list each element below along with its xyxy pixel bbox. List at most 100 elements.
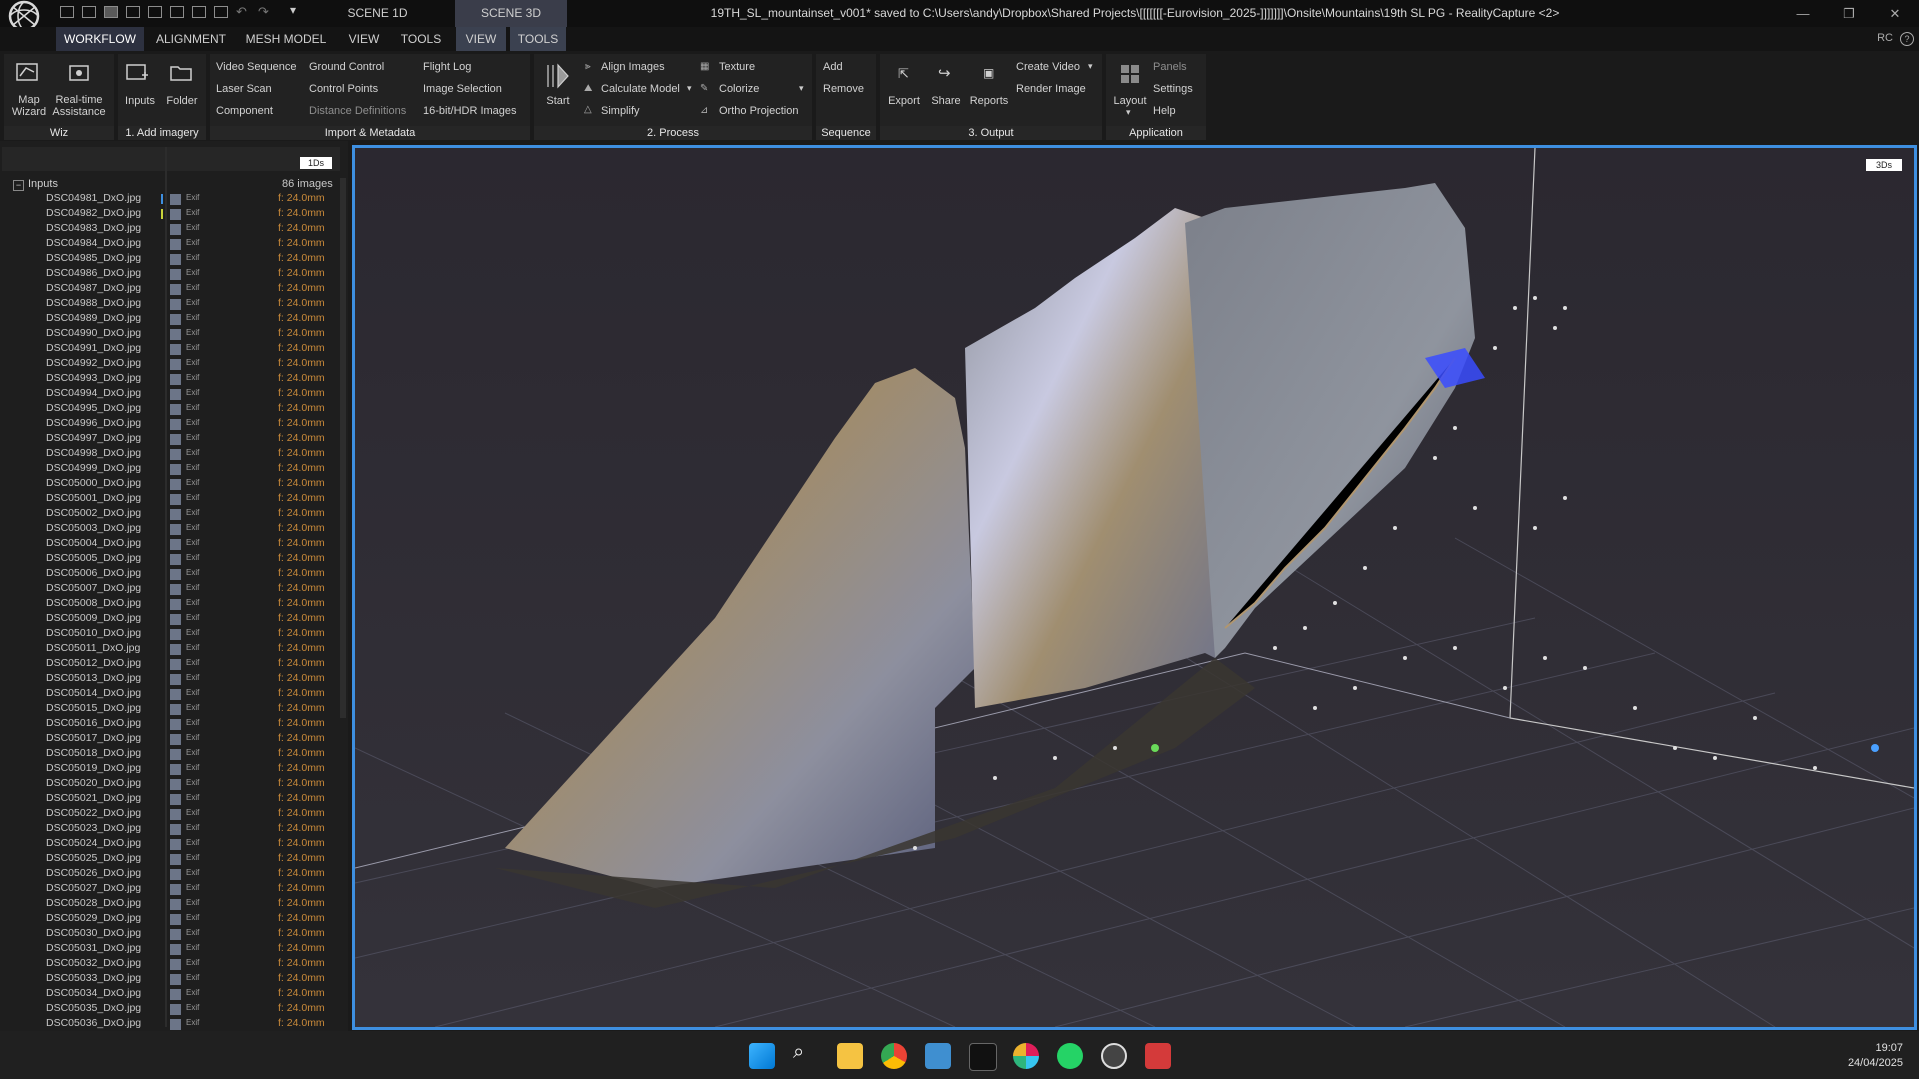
premiere-icon[interactable] [969,1043,997,1071]
texture-button[interactable]: Texture [719,61,755,73]
chrome-icon[interactable] [881,1043,907,1069]
colorize-button[interactable]: Colorize [719,83,759,95]
list-item[interactable]: DSC05026_DxO.jpg Exif f: 24.0mm [0,867,340,882]
list-item[interactable]: DSC05009_DxO.jpg Exif f: 24.0mm [0,612,340,627]
list-item[interactable]: DSC05006_DxO.jpg Exif f: 24.0mm [0,567,340,582]
help-icon[interactable]: ? [1900,32,1914,46]
list-item[interactable]: DSC04994_DxO.jpg Exif f: 24.0mm [0,387,340,402]
list-item[interactable]: DSC04984_DxO.jpg Exif f: 24.0mm [0,237,340,252]
minimize-button[interactable]: — [1780,0,1826,27]
map-wizard-button[interactable]: Map Wizard [8,94,50,118]
settings-button[interactable]: Settings [1153,83,1193,95]
list-item[interactable]: DSC05012_DxO.jpg Exif f: 24.0mm [0,657,340,672]
image-selection-button[interactable]: Image Selection [423,83,502,95]
windows-start-icon[interactable] [749,1043,775,1069]
close-button[interactable]: ✕ [1872,0,1918,27]
panels-button[interactable]: Panels [1153,61,1187,73]
list-item[interactable]: DSC05019_DxO.jpg Exif f: 24.0mm [0,762,340,777]
list-item[interactable]: DSC04997_DxO.jpg Exif f: 24.0mm [0,432,340,447]
layout-7-icon[interactable] [192,6,206,18]
sequence-remove-button[interactable]: Remove [823,83,864,95]
list-item[interactable]: DSC04999_DxO.jpg Exif f: 24.0mm [0,462,340,477]
list-item[interactable]: DSC04995_DxO.jpg Exif f: 24.0mm [0,402,340,417]
list-item[interactable]: DSC05024_DxO.jpg Exif f: 24.0mm [0,837,340,852]
view-badge-3ds[interactable]: 3Ds [1866,159,1902,171]
flight-log-button[interactable]: Flight Log [423,61,471,73]
slack-icon[interactable] [1013,1043,1039,1069]
list-item[interactable]: DSC04982_DxO.jpg Exif f: 24.0mm [0,207,340,222]
list-item[interactable]: DSC05023_DxO.jpg Exif f: 24.0mm [0,822,340,837]
layout-6-icon[interactable] [170,6,184,18]
layout-2-icon[interactable] [82,6,96,18]
list-item[interactable]: DSC05021_DxO.jpg Exif f: 24.0mm [0,792,340,807]
search-icon[interactable]: ⌕ [793,1041,804,1064]
control-points-button[interactable]: Control Points [309,83,378,95]
list-item[interactable]: DSC04981_DxO.jpg Exif f: 24.0mm [0,192,340,207]
folder-button[interactable]: Folder [162,95,202,107]
list-item[interactable]: DSC04996_DxO.jpg Exif f: 24.0mm [0,417,340,432]
list-item[interactable]: DSC04985_DxO.jpg Exif f: 24.0mm [0,252,340,267]
list-item[interactable]: DSC04998_DxO.jpg Exif f: 24.0mm [0,447,340,462]
export-button[interactable]: Export [882,95,926,107]
list-item[interactable]: DSC05029_DxO.jpg Exif f: 24.0mm [0,912,340,927]
list-item[interactable]: DSC05005_DxO.jpg Exif f: 24.0mm [0,552,340,567]
list-scrollbar[interactable] [340,178,346,718]
tab-scene-3d[interactable]: SCENE 3D [455,0,567,27]
list-item[interactable]: DSC05027_DxO.jpg Exif f: 24.0mm [0,882,340,897]
list-item[interactable]: DSC05007_DxO.jpg Exif f: 24.0mm [0,582,340,597]
list-item[interactable]: DSC04992_DxO.jpg Exif f: 24.0mm [0,357,340,372]
list-item[interactable]: DSC04987_DxO.jpg Exif f: 24.0mm [0,282,340,297]
layout-4-icon[interactable] [126,6,140,18]
remote-desktop-icon[interactable] [925,1043,951,1069]
list-item[interactable]: DSC05034_DxO.jpg Exif f: 24.0mm [0,987,340,1002]
list-item[interactable]: DSC04993_DxO.jpg Exif f: 24.0mm [0,372,340,387]
redo-icon[interactable]: ↷ [258,4,269,20]
list-item[interactable]: DSC05004_DxO.jpg Exif f: 24.0mm [0,537,340,552]
view-badge-1ds[interactable]: 1Ds [300,157,332,169]
tab-scene-1d[interactable]: SCENE 1D [300,0,455,27]
tab-tools[interactable]: TOOLS [396,27,446,51]
component-button[interactable]: Component [216,105,273,117]
list-item[interactable]: DSC05014_DxO.jpg Exif f: 24.0mm [0,687,340,702]
create-video-button[interactable]: Create Video [1016,61,1080,73]
list-item[interactable]: DSC05032_DxO.jpg Exif f: 24.0mm [0,957,340,972]
list-item[interactable]: DSC05018_DxO.jpg Exif f: 24.0mm [0,747,340,762]
tab-workflow[interactable]: WORKFLOW [56,27,144,51]
system-clock[interactable]: 19:07 24/04/2025 [1848,1041,1903,1071]
ground-control-button[interactable]: Ground Control [309,61,384,73]
reports-button[interactable]: Reports [966,95,1012,107]
list-item[interactable]: DSC05030_DxO.jpg Exif f: 24.0mm [0,927,340,942]
video-sequence-button[interactable]: Video Sequence [216,61,297,73]
quick-access-menu-icon[interactable]: ▾ [290,3,296,17]
list-item[interactable]: DSC05016_DxO.jpg Exif f: 24.0mm [0,717,340,732]
maximize-button[interactable]: ❐ [1826,0,1872,27]
list-item[interactable]: DSC04989_DxO.jpg Exif f: 24.0mm [0,312,340,327]
render-image-button[interactable]: Render Image [1016,83,1086,95]
inputs-button[interactable]: Inputs [118,95,162,107]
layout-3-icon[interactable] [104,6,118,18]
hdr-images-button[interactable]: 16-bit/HDR Images [423,105,517,117]
realtime-assistance-button[interactable]: Real-time Assistance [52,94,106,118]
list-item[interactable]: DSC05015_DxO.jpg Exif f: 24.0mm [0,702,340,717]
list-item[interactable]: DSC05031_DxO.jpg Exif f: 24.0mm [0,942,340,957]
list-item[interactable]: DSC05011_DxO.jpg Exif f: 24.0mm [0,642,340,657]
layout-button[interactable]: Layout [1108,95,1152,107]
file-explorer-icon[interactable] [837,1043,863,1069]
tab-mesh-model[interactable]: MESH MODEL [240,27,332,51]
layout-1-icon[interactable] [60,6,74,18]
list-item[interactable]: DSC05035_DxO.jpg Exif f: 24.0mm [0,1002,340,1017]
calculate-model-dropdown-icon[interactable]: ▾ [687,83,692,94]
align-images-button[interactable]: Align Images [601,61,665,73]
simplify-button[interactable]: Simplify [601,105,640,117]
file-manager-icon[interactable] [1145,1043,1171,1069]
distance-definitions-button[interactable]: Distance Definitions [309,105,406,117]
tab-view[interactable]: VIEW [338,27,390,51]
3d-viewport[interactable]: 3Ds [352,145,1917,1030]
list-item[interactable]: DSC05000_DxO.jpg Exif f: 24.0mm [0,477,340,492]
tab-view-context[interactable]: VIEW [456,27,506,51]
list-item[interactable]: DSC05020_DxO.jpg Exif f: 24.0mm [0,777,340,792]
list-item[interactable]: DSC04990_DxO.jpg Exif f: 24.0mm [0,327,340,342]
list-item[interactable]: DSC05013_DxO.jpg Exif f: 24.0mm [0,672,340,687]
undo-icon[interactable]: ↶ [236,4,247,20]
whatsapp-icon[interactable] [1057,1043,1083,1069]
